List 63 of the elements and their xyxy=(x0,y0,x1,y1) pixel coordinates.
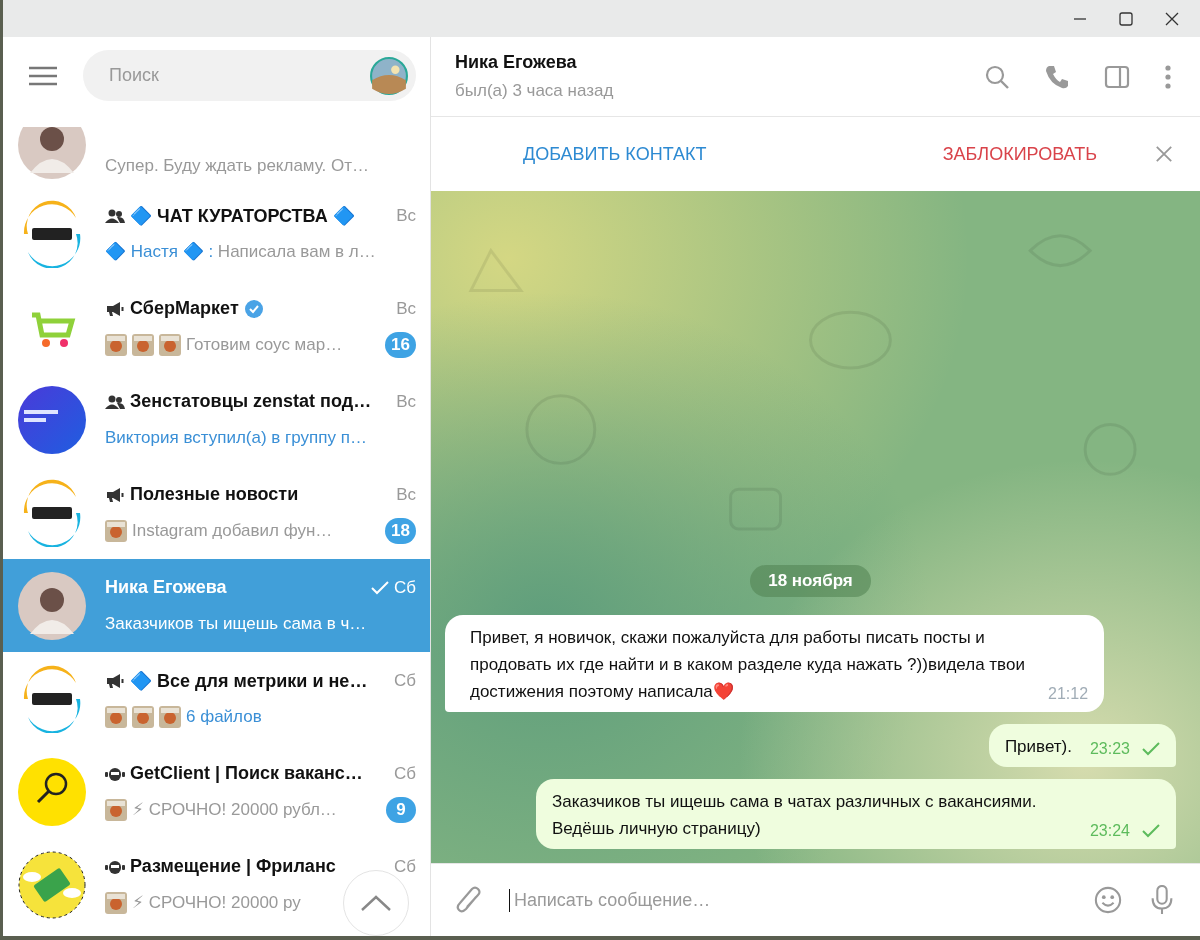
message-preview: ⚡ СРОЧНО! 20000 ру xyxy=(132,892,301,913)
bot-icon xyxy=(105,858,125,875)
date-label: 18 ноября xyxy=(750,565,871,597)
chat-list-item[interactable]: GetClient | Поиск ваканс… Сб ⚡ СРОЧНО! 20000 рубл… 9 xyxy=(3,745,430,838)
chat-title: 🔷 Все для метрики и не… xyxy=(130,669,368,692)
block-button[interactable]: ЗАБЛОКИРОВАТЬ xyxy=(942,137,1097,171)
chat-list-item[interactable]: 🔷 ЧАТ КУРАТОРСТВА 🔷 Вс 🔷 Настя 🔷 : Написала вам в л… xyxy=(3,187,430,280)
chat-list-item[interactable]: Полезные новости Вс Instagram добавил фун… 18 xyxy=(3,466,430,559)
megaphone-icon xyxy=(105,486,125,503)
last-seen: был(а) 3 часа назад xyxy=(455,81,615,101)
search-input[interactable]: Поиск xyxy=(107,64,370,87)
unread-count: 16 xyxy=(385,331,416,358)
chat-title: Ника Егожева xyxy=(105,577,227,598)
unread-count: 18 xyxy=(385,517,416,544)
bot-icon xyxy=(105,765,125,782)
chat-title: Размещение | Фриланс xyxy=(130,856,336,877)
message-preview: Instagram добавил фун… xyxy=(132,520,333,541)
chat-time: Сб xyxy=(394,856,416,877)
message-text: Заказчиков ты ищешь сама в чатах различных с вакансиями. Ведёшь личную страницу) xyxy=(551,791,1038,840)
search-field[interactable]: Поиск xyxy=(83,50,416,101)
message-preview: 6 файлов xyxy=(186,706,262,727)
message-text: Привет). xyxy=(1004,736,1072,758)
megaphone-icon xyxy=(105,672,125,689)
chat-title: 🔷 ЧАТ КУРАТОРСТВА 🔷 xyxy=(130,204,355,227)
message-preview: Супер. Буду ждать рекламу. От… xyxy=(105,156,369,176)
chat-time: Вс xyxy=(396,205,416,226)
chat-list-item[interactable]: Зенстатовцы zenstat под… Вс Виктория вступил(а) в группу п… xyxy=(3,373,430,466)
group-icon xyxy=(105,207,125,224)
add-contact-button[interactable]: ДОБАВИТЬ КОНТАКТ xyxy=(523,137,707,171)
emoji-icon[interactable] xyxy=(1094,885,1122,915)
chat-time: Вс xyxy=(396,298,416,319)
message-preview: ⚡ СРОЧНО! 20000 рубл… xyxy=(132,799,337,820)
paperclip-icon[interactable] xyxy=(455,885,483,915)
message-time: 21:12 xyxy=(1048,684,1089,704)
chevron-up-icon xyxy=(361,895,391,911)
chat-time: Вс xyxy=(396,391,416,412)
chat-title: Полезные новости xyxy=(130,484,299,505)
group-icon xyxy=(105,393,125,410)
phone-icon[interactable] xyxy=(1044,63,1070,90)
chat-time: Сб xyxy=(394,670,416,691)
chat-list-item[interactable]: 🔷 Все для метрики и не… Сб 6 файлов xyxy=(3,652,430,745)
message-text: Привет, я новичок, скажи пожалуйста для работы писать посты и продовать их где найти и в каком разделе куда нажать ?))видела твои достижения поэтому написала❤ xyxy=(470,627,1026,703)
message-preview: Виктория вступил(а) в группу п… xyxy=(105,427,367,448)
unread-count: 9 xyxy=(386,796,416,823)
message-preview: 🔷 Настя 🔷 : Написала вам в л… xyxy=(105,241,376,262)
message-preview: Готовим соус мар… xyxy=(186,334,343,355)
sidebar-icon[interactable] xyxy=(1104,63,1130,90)
message-time: 23:23 xyxy=(1089,739,1130,759)
menu-icon[interactable] xyxy=(29,65,57,86)
more-icon[interactable] xyxy=(1164,63,1172,90)
chat-time: Сб xyxy=(394,577,416,598)
chat-time: Вс xyxy=(396,484,416,505)
chat-title: СберМаркет xyxy=(130,298,239,319)
message-time: 23:24 xyxy=(1089,821,1130,841)
megaphone-icon xyxy=(105,300,125,317)
search-icon[interactable] xyxy=(984,63,1010,90)
chat-list-item[interactable]: Размещение | Фриланс Сб ⚡ СРОЧНО! 20000 ру xyxy=(3,838,430,931)
chat-list-item[interactable]: СберМаркет Вс Готовим соус мар… 16 xyxy=(3,280,430,373)
chat-title: Зенстатовцы zenstat под… xyxy=(130,391,372,412)
message-preview: Заказчиков ты ищешь сама в ч… xyxy=(105,613,367,634)
contact-name: Ника Егожева xyxy=(455,52,578,73)
chat-time: Сб xyxy=(394,763,416,784)
chat-title: GetClient | Поиск ваканс… xyxy=(130,763,363,784)
